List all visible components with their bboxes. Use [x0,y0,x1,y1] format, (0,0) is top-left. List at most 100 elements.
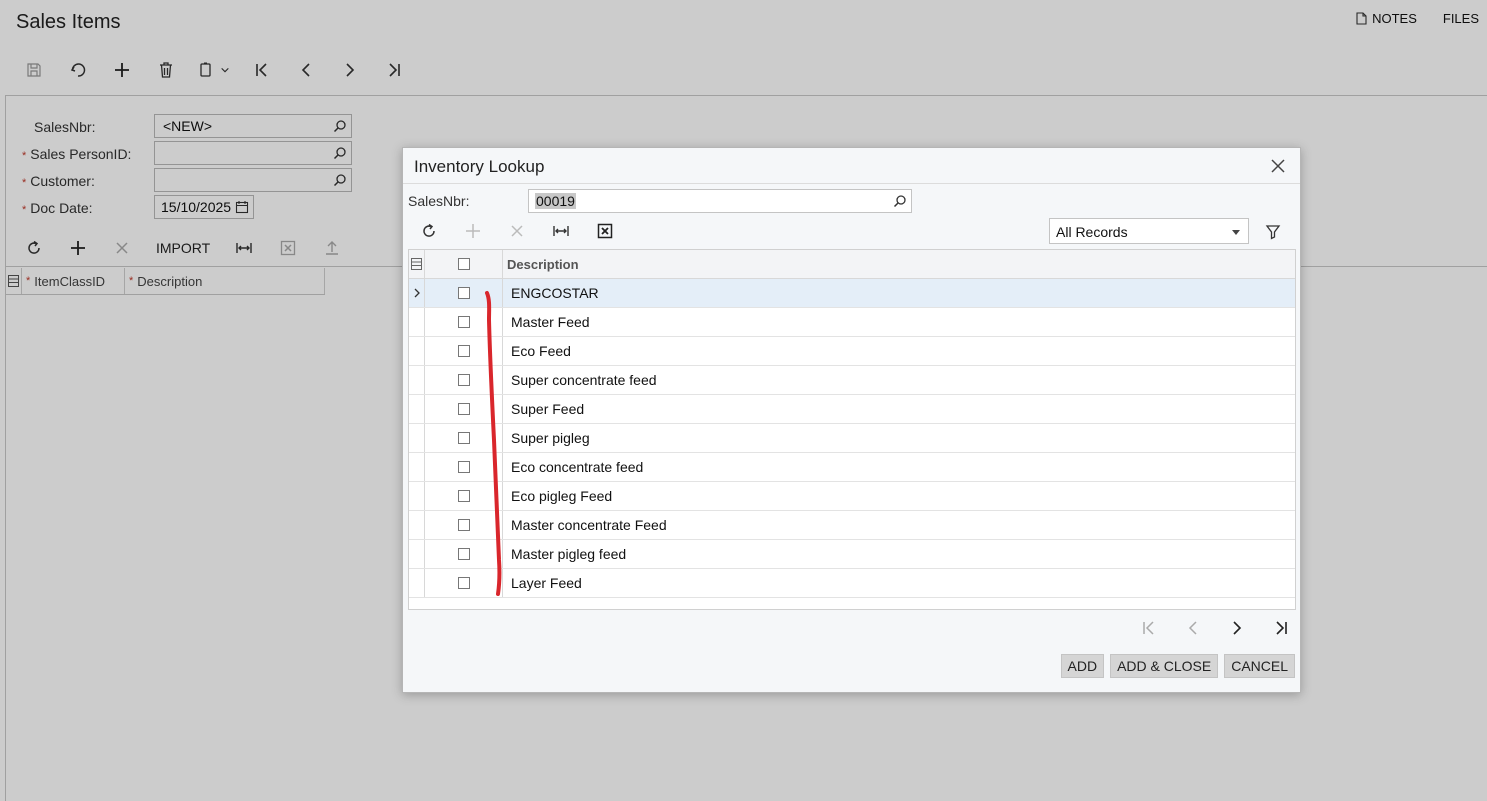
dialog-sales-nbr-label: SalesNbr: [408,193,470,209]
dropdown-caret-icon [1232,230,1240,235]
row-indicator [409,540,425,568]
description-cell: Eco pigleg Feed [511,488,613,504]
dialog-sales-nbr-input[interactable]: 00019 [528,189,912,213]
dialog-fit-columns-button[interactable] [539,217,583,245]
description-cell: Master concentrate Feed [511,517,667,533]
row-select-cell [425,511,503,539]
row-indicator [409,453,425,481]
row-checkbox[interactable] [457,577,470,589]
close-icon [511,225,523,237]
records-filter-value: All Records [1056,224,1128,240]
row-select-cell [425,366,503,394]
inventory-grid-body: ENGCOSTAR Master Feed Eco Feed Super concen… [409,279,1295,598]
description-cell: Super concentrate feed [511,372,657,388]
description-cell: Master Feed [511,314,590,330]
next-page-icon [1233,621,1242,635]
row-select-cell [425,569,503,597]
row-indicator [409,395,425,423]
last-page-icon [1276,621,1287,635]
dialog-export-excel-button[interactable] [583,217,627,245]
table-row[interactable]: Master Feed [409,308,1295,337]
row-checkbox[interactable] [457,519,470,531]
filter-icon [1265,225,1281,240]
add-and-close-button[interactable]: ADD & CLOSE [1110,654,1219,678]
description-cell: Eco Feed [511,343,571,359]
row-indicator [409,366,425,394]
row-select-cell [425,482,503,510]
row-checkbox[interactable] [457,374,470,386]
first-page-icon [1143,621,1154,635]
row-select-cell [425,540,503,568]
chevron-right-icon [414,288,420,298]
row-checkbox[interactable] [457,548,470,560]
dialog-refresh-button[interactable] [407,217,451,245]
row-select-cell [425,395,503,423]
table-row[interactable]: Master pigleg feed [409,540,1295,569]
row-select-cell [425,424,503,452]
row-indicator [409,511,425,539]
row-select-cell [425,279,503,307]
row-checkbox[interactable] [457,316,470,328]
row-indicator [409,279,425,307]
row-checkbox[interactable] [457,461,470,473]
next-page-button[interactable] [1215,614,1259,642]
row-checkbox[interactable] [457,403,470,415]
table-row[interactable]: Master concentrate Feed [409,511,1295,540]
dialog-title: Inventory Lookup [414,157,545,176]
table-row[interactable]: Super concentrate feed [409,366,1295,395]
table-row[interactable]: ENGCOSTAR [409,279,1295,308]
inventory-grid: Description ENGCOSTAR Master Feed Eco Feed… [408,249,1296,610]
dialog-toolbar [407,217,627,245]
table-row[interactable]: Super pigleg [409,424,1295,453]
excel-icon [597,223,613,239]
cancel-button[interactable]: CANCEL [1224,654,1295,678]
row-select-cell [425,337,503,365]
inventory-grid-header: Description [409,250,1295,279]
description-cell: Super Feed [511,401,585,417]
pager [1127,614,1303,642]
grid-settings-header[interactable] [409,250,425,278]
row-indicator [409,308,425,336]
description-cell: Super pigleg [511,430,590,446]
search-icon[interactable] [893,194,907,208]
add-icon [466,224,480,238]
grid-settings-icon [411,258,422,270]
row-checkbox[interactable] [457,345,470,357]
description-cell: Master pigleg feed [511,546,627,562]
row-indicator [409,482,425,510]
table-row[interactable]: Eco concentrate feed [409,453,1295,482]
description-cell: Eco concentrate feed [511,459,644,475]
dialog-sales-nbr-value: 00019 [535,193,576,209]
select-all-header[interactable] [425,250,503,278]
description-cell: ENGCOSTAR [511,285,599,301]
description-cell: Layer Feed [511,575,582,591]
table-row[interactable]: Eco Feed [409,337,1295,366]
table-row[interactable]: Super Feed [409,395,1295,424]
table-row[interactable]: Eco pigleg Feed [409,482,1295,511]
last-page-button[interactable] [1259,614,1303,642]
dialog-buttons: ADD ADD & CLOSE CANCEL [1060,654,1295,678]
row-indicator [409,569,425,597]
previous-page-button[interactable] [1171,614,1215,642]
fit-width-icon [553,226,569,236]
column-header-description[interactable]: Description [503,250,1295,278]
row-indicator [409,424,425,452]
row-checkbox[interactable] [457,490,470,502]
records-filter-select[interactable]: All Records [1049,218,1249,244]
row-checkbox[interactable] [457,432,470,444]
dialog-delete-button[interactable] [495,217,539,245]
first-page-button[interactable] [1127,614,1171,642]
filter-button[interactable] [1261,220,1285,244]
add-button[interactable]: ADD [1060,654,1105,678]
dialog-add-button[interactable] [451,217,495,245]
inventory-lookup-dialog: Inventory Lookup SalesNbr: 00019 All Rec… [402,147,1301,693]
table-row[interactable]: Layer Feed [409,569,1295,598]
dialog-header-divider [403,183,1300,184]
select-all-checkbox[interactable] [457,258,470,270]
previous-page-icon [1188,621,1197,635]
row-indicator [409,337,425,365]
row-select-cell [425,453,503,481]
close-icon[interactable] [1270,158,1286,174]
row-checkbox[interactable] [457,287,470,299]
refresh-icon [423,223,435,237]
